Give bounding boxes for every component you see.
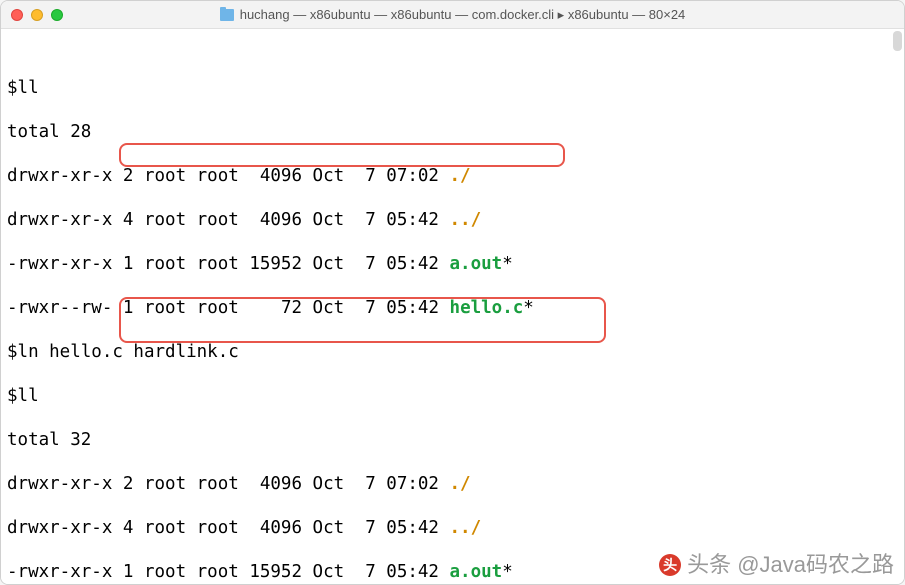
scrollbar[interactable]: [893, 31, 902, 51]
watermark-icon: 头: [659, 554, 681, 576]
dir-name: ../: [450, 210, 482, 230]
close-icon[interactable]: [11, 9, 23, 21]
dir-name: ./: [450, 474, 471, 494]
folder-icon: [220, 9, 234, 21]
dir-name: ../: [450, 518, 482, 538]
output-line: total 32: [7, 429, 898, 451]
maximize-icon[interactable]: [51, 9, 63, 21]
dir-name: ./: [450, 166, 471, 186]
watermark: 头 头条 @Java码农之路: [659, 554, 894, 576]
highlight-box-1: [119, 143, 565, 167]
output-line: drwxr-xr-x 4 root root 4096 Oct 7 05:42 …: [7, 209, 898, 231]
output-line: drwxr-xr-x 2 root root 4096 Oct 7 07:02 …: [7, 165, 898, 187]
output-line: drwxr-xr-x 4 root root 4096 Oct 7 05:42 …: [7, 517, 898, 539]
watermark-text: 头条 @Java码农之路: [687, 554, 894, 576]
output-line: total 28: [7, 121, 898, 143]
output-line: drwxr-xr-x 2 root root 4096 Oct 7 07:02 …: [7, 473, 898, 495]
traffic-lights: [11, 9, 63, 21]
exec-name: a.out: [450, 562, 503, 582]
output-line: -rwxr--rw- 1 root root 72 Oct 7 05:42 he…: [7, 297, 898, 319]
terminal-window: huchang — x86ubuntu — x86ubuntu — com.do…: [0, 0, 905, 585]
minimize-icon[interactable]: [31, 9, 43, 21]
exec-name: a.out: [450, 254, 503, 274]
terminal-body[interactable]: $ll total 28 drwxr-xr-x 2 root root 4096…: [1, 29, 904, 584]
cmd-line: $ll: [7, 77, 898, 99]
output-line: -rwxr-xr-x 1 root root 15952 Oct 7 05:42…: [7, 253, 898, 275]
cmd-line: $ll: [7, 385, 898, 407]
window-title: huchang — x86ubuntu — x86ubuntu — com.do…: [11, 7, 894, 23]
title-text: huchang — x86ubuntu — x86ubuntu — com.do…: [240, 7, 686, 23]
exec-name: hello.c: [450, 298, 524, 318]
titlebar[interactable]: huchang — x86ubuntu — x86ubuntu — com.do…: [1, 1, 904, 29]
cmd-line: $ln hello.c hardlink.c: [7, 341, 898, 363]
